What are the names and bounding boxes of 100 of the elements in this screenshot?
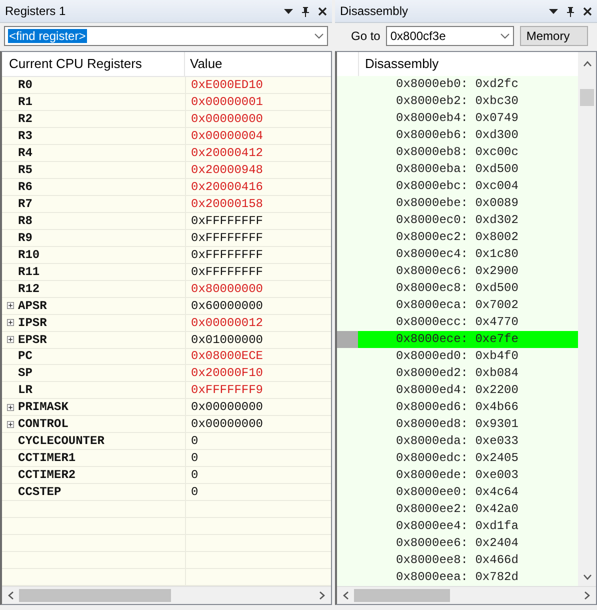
expand-icon[interactable]: [7, 319, 14, 326]
register-name: R5: [18, 162, 32, 177]
register-value: 0x00000001: [191, 94, 264, 109]
register-value: 0x20000416: [191, 180, 264, 194]
register-name: PC: [18, 349, 32, 364]
find-register-text: <find register>: [8, 29, 87, 43]
expand-icon[interactable]: [7, 302, 14, 310]
register-value: 0x00000000: [191, 400, 264, 414]
disassembly-line: 0x8000ed8: 0x9301: [395, 416, 520, 433]
vertical-scrollbar[interactable]: [578, 52, 596, 586]
scrollbar-thumb[interactable]: [580, 89, 594, 106]
register-value: 0x20000F10: [191, 366, 264, 380]
caret-icon[interactable]: [500, 33, 510, 39]
find-register-field[interactable]: <find register>: [4, 26, 328, 46]
register-value: 0xFFFFFFFF: [191, 214, 264, 228]
goto-label: Go to: [350, 29, 380, 43]
register-value: 0xFFFFFFF9: [191, 383, 264, 398]
disassembly-line: 0x8000ee4: 0xd1fa: [395, 518, 520, 535]
register-name: CCTIMER1: [18, 451, 76, 466]
disassembly-line: 0x8000ec6: 0x2900: [395, 263, 520, 280]
register-value: 0x20000948: [191, 162, 264, 177]
register-value: 0x08000ECE: [191, 349, 264, 364]
disassembly-line: 0x8000ecc: 0x4770: [395, 314, 520, 331]
disassembly-line: 0x8000ee2: 0x42a0: [395, 501, 520, 518]
register-name: EPSR: [18, 332, 47, 347]
register-name: R3: [18, 128, 32, 143]
register-value: 0x00000000: [191, 112, 264, 126]
disassembly-line: 0x8000ed2: 0xb084: [395, 365, 520, 382]
scroll-right-icon[interactable]: [319, 591, 326, 600]
disassembly-line: 0x8000eb2: 0xbc30: [395, 93, 520, 110]
register-value: 0x00000004: [191, 128, 264, 143]
column-header[interactable]: Current CPU Registers: [2, 52, 185, 76]
caret-icon[interactable]: [314, 33, 324, 39]
register-name: R4: [18, 146, 32, 160]
column-header[interactable]: Value: [185, 52, 331, 76]
disassembly-line: 0x8000ee8: 0x466d: [395, 552, 520, 569]
register-value: 0: [191, 468, 198, 482]
disassembly-line: 0x8000eca: 0x7002: [395, 297, 520, 314]
disassembly-line: 0x8000eb4: 0x0749: [395, 110, 520, 127]
expand-icon[interactable]: [7, 336, 14, 344]
disassembly-line: 0x8000eda: 0xe033: [395, 433, 520, 450]
register-value: 0x20000412: [191, 146, 264, 160]
disassembly-line: 0x8000ed6: 0x4b66: [395, 399, 520, 416]
expand-icon[interactable]: [7, 404, 14, 411]
horizontal-scrollbar[interactable]: [2, 586, 331, 604]
disassembly-line: 0x8000ed4: 0x2200: [395, 382, 520, 399]
scroll-up-icon[interactable]: [582, 60, 592, 67]
register-name: R9: [18, 230, 32, 245]
register-value: 0xFFFFFFFF: [191, 230, 264, 245]
disassembly-line: 0x8000eea: 0x782d: [395, 569, 520, 586]
register-value: 0x00000000: [191, 417, 264, 432]
disassembly-line: 0x8000ede: 0xe003: [395, 467, 520, 484]
goto-address-text: 0x800cf3e: [390, 29, 447, 43]
register-name: CCSTEP: [18, 485, 62, 500]
disassembly-line: 0x8000eb0: 0xd2fc: [395, 76, 520, 93]
register-name: R0: [18, 78, 32, 92]
disassembly-line: 0x8000ec0: 0xd302: [395, 212, 520, 229]
register-name: R2: [18, 112, 32, 126]
register-name: R10: [18, 248, 40, 262]
disassembly-line: 0x8000ec4: 0x1c80: [395, 246, 520, 263]
register-name: APSR: [18, 298, 47, 313]
register-name: SP: [18, 366, 32, 380]
register-value: 0xFFFFFFFF: [191, 248, 264, 262]
panel-title: Disassembly: [340, 4, 410, 18]
scroll-down-icon[interactable]: [582, 574, 592, 581]
register-value: 0x01000000: [191, 332, 264, 347]
disassembly-line: 0x8000eba: 0xd500: [395, 161, 520, 178]
disassembly-line: 0x8000ec2: 0x8002: [395, 229, 520, 246]
register-name: CONTROL: [18, 417, 68, 432]
disassembly-line: 0x8000eb6: 0xd300: [395, 127, 520, 144]
register-value: 0: [191, 434, 198, 448]
register-value: 0: [191, 451, 198, 466]
register-name: R1: [18, 94, 32, 109]
scrollbar-thumb[interactable]: [19, 589, 171, 602]
pin-icon[interactable]: [565, 6, 576, 16]
pin-icon[interactable]: [300, 6, 311, 16]
horizontal-scrollbar[interactable]: [337, 586, 596, 604]
disassembly-line: 0x8000ee0: 0x4c64: [395, 484, 520, 501]
register-value: 0xE000ED10: [191, 78, 264, 92]
register-value: 0x00000012: [191, 316, 264, 330]
disassembly-line: 0x8000ebc: 0xc004: [395, 178, 520, 195]
scroll-left-icon[interactable]: [342, 591, 349, 600]
disassembly-line: 0x8000ebe: 0x0089: [395, 195, 520, 212]
expand-icon[interactable]: [7, 420, 14, 428]
disassembly-line: 0x8000edc: 0x2405: [395, 450, 520, 467]
scroll-left-icon[interactable]: [7, 591, 14, 600]
panel-title: Registers 1: [5, 4, 67, 18]
scrollbar-thumb[interactable]: [354, 589, 450, 602]
memory-button[interactable]: Memory: [520, 26, 588, 46]
register-name: R11: [18, 264, 40, 279]
disassembly-line: 0x8000ed0: 0xb4f0: [395, 348, 520, 365]
register-name: R12: [18, 282, 40, 296]
close-icon[interactable]: [582, 6, 593, 16]
goto-address-field[interactable]: 0x800cf3e: [386, 26, 514, 46]
scroll-right-icon[interactable]: [584, 591, 591, 600]
register-name: LR: [18, 383, 32, 398]
disassembly-line: 0x8000ec8: 0xd500: [395, 280, 520, 297]
close-icon[interactable]: [317, 6, 328, 16]
disassembly-line: 0x8000eb8: 0xc00c: [395, 144, 520, 161]
register-name: IPSR: [18, 316, 47, 330]
